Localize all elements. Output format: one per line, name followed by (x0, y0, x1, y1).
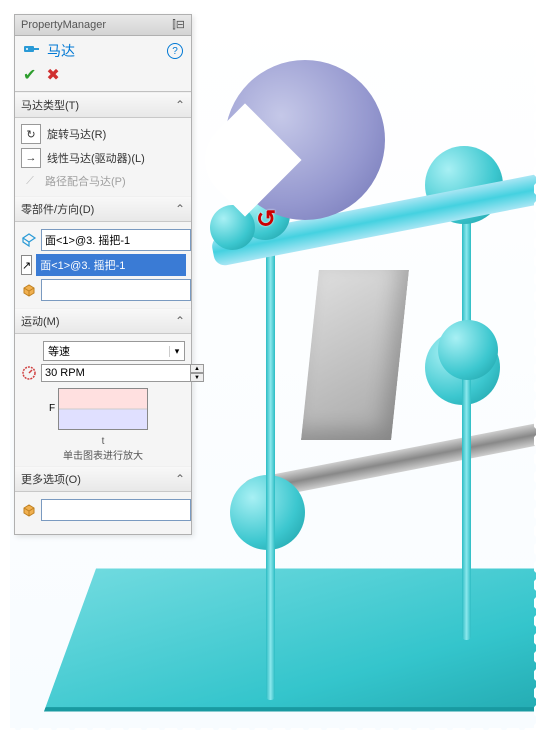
path-icon: ⟋ (21, 172, 39, 190)
cam-disc (225, 60, 385, 220)
spin-up-icon[interactable]: ▲ (190, 364, 204, 373)
section-title: 更多选项(O) (21, 471, 81, 487)
option-rotary-motor[interactable]: ↻ 旋转马达(R) (21, 122, 185, 146)
section-component-header[interactable]: 零部件/方向(D) ⌃ (15, 196, 191, 222)
motion-type-dropdown[interactable]: 等速 ▾ (43, 341, 185, 361)
chart-x-axis-label: t (21, 436, 185, 447)
chevron-up-icon: ⌃ (175, 98, 185, 112)
section-title: 运动(M) (21, 313, 60, 329)
component-icon (21, 501, 37, 519)
spacer-cylinder (438, 320, 498, 380)
help-icon[interactable]: ? (167, 43, 183, 59)
chart-hint: 单击图表进行放大 (21, 447, 185, 462)
load-bearing-faces-field[interactable] (41, 499, 191, 521)
section-title: 零部件/方向(D) (21, 201, 94, 217)
speed-input[interactable]: ▲ ▼ (41, 364, 204, 382)
option-label: 线性马达(驱动器)(L) (47, 150, 145, 166)
section-title: 马达类型(T) (21, 97, 79, 113)
relative-component-field[interactable] (41, 279, 191, 301)
pushpin-icon[interactable]: ⫿⊟ (172, 18, 185, 32)
rotary-icon: ↻ (21, 124, 41, 144)
motor-direction-field[interactable] (36, 254, 186, 276)
vertical-rod (266, 230, 275, 700)
option-label: 路径配合马达(P) (45, 173, 126, 189)
component-icon (21, 281, 37, 299)
cancel-button[interactable]: ✖ (46, 65, 59, 85)
spin-down-icon[interactable]: ▼ (190, 373, 204, 382)
face-icon (21, 231, 37, 249)
property-manager-panel: PropertyManager ⫿⊟ 马达 ? ✔ ✖ 马达类型(T) ⌃ ↻ … (14, 14, 192, 535)
section-motion-header[interactable]: 运动(M) ⌃ (15, 308, 191, 334)
panel-header: PropertyManager ⫿⊟ (15, 15, 191, 36)
option-linear-motor[interactable]: → 线性马达(驱动器)(L) (21, 146, 185, 170)
vertical-rod (462, 160, 471, 640)
dropdown-value: 等速 (44, 343, 169, 359)
motor-location-field[interactable] (41, 229, 191, 251)
chevron-down-icon: ▾ (169, 346, 184, 357)
rotation-arrow-icon: ↺ (256, 205, 276, 234)
chevron-up-icon: ⌃ (175, 472, 185, 486)
option-path-motor: ⟋ 路径配合马达(P) (21, 170, 185, 192)
chevron-up-icon: ⌃ (175, 314, 185, 328)
motion-chart[interactable]: F (58, 388, 148, 430)
motor-icon (23, 42, 41, 61)
ok-button[interactable]: ✔ (23, 65, 36, 85)
reverse-direction-icon[interactable]: ↗ (21, 255, 32, 275)
option-label: 旋转马达(R) (47, 126, 106, 142)
section-motor-type-header[interactable]: 马达类型(T) ⌃ (15, 92, 191, 118)
chart-y-axis-label: F (49, 403, 55, 414)
center-block (301, 270, 409, 440)
panel-header-title: PropertyManager (21, 19, 106, 31)
speed-value-field[interactable] (41, 364, 190, 382)
linear-icon: → (21, 148, 41, 168)
speed-icon (21, 364, 37, 382)
feature-title: 马达 (47, 41, 161, 61)
chevron-up-icon: ⌃ (175, 202, 185, 216)
section-more-options-header[interactable]: 更多选项(O) ⌃ (15, 466, 191, 492)
